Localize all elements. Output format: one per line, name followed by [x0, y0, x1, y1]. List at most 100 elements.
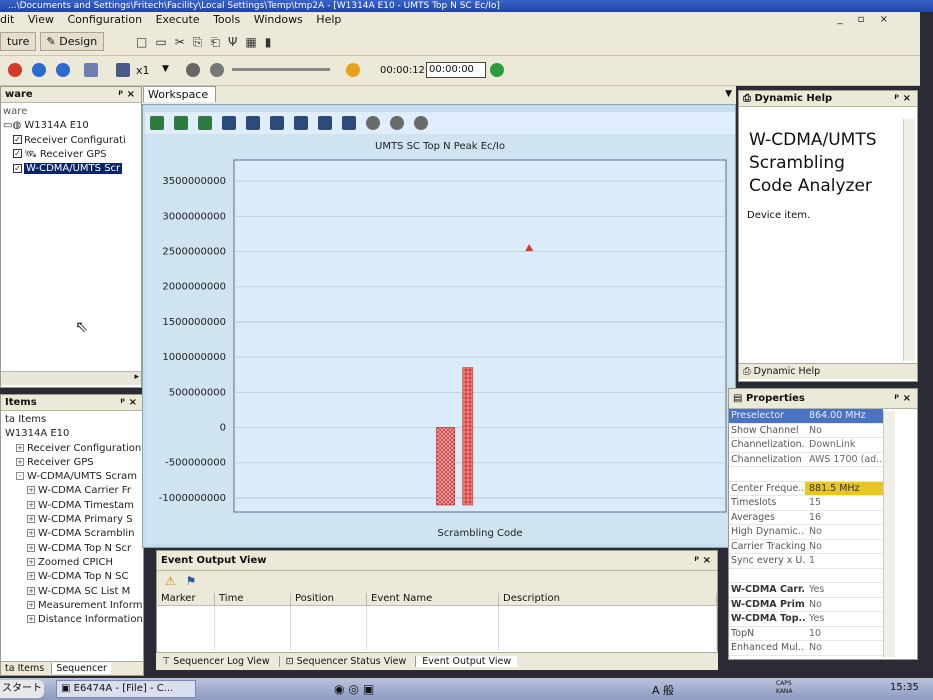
- tree-item[interactable]: + W-CDMA Primary S: [3, 513, 143, 527]
- probe-icon[interactable]: [270, 116, 284, 130]
- tab-sequencer[interactable]: Sequencer: [51, 663, 111, 674]
- peak-down-icon[interactable]: [246, 116, 260, 130]
- property-value[interactable]: Yes: [805, 583, 883, 597]
- expand-icon[interactable]: +: [27, 543, 35, 552]
- expand-icon[interactable]: +: [27, 486, 35, 495]
- stop-icon[interactable]: [210, 63, 224, 77]
- col-event-name[interactable]: Event Name: [367, 593, 499, 605]
- checkbox[interactable]: ✓: [13, 135, 22, 145]
- cut-icon[interactable]: ✂: [175, 35, 193, 49]
- property-value[interactable]: [805, 467, 883, 481]
- property-value[interactable]: No: [805, 641, 883, 655]
- settings-icon[interactable]: [414, 116, 428, 130]
- tree-item-selected[interactable]: ✓ W-CDMA/UMTS Scr: [3, 162, 141, 176]
- save-icon[interactable]: [116, 63, 130, 77]
- expand-icon[interactable]: +: [27, 572, 35, 581]
- tab-sequencer-log[interactable]: ⊤ Sequencer Log View: [156, 656, 276, 667]
- scroll-right-icon[interactable]: ▸: [134, 372, 139, 382]
- property-value[interactable]: AWS 1700 (ad...: [805, 453, 883, 467]
- tab-data-items[interactable]: ta Items: [1, 663, 48, 674]
- checkbox[interactable]: ✓: [13, 149, 22, 159]
- col-time[interactable]: Time: [215, 593, 291, 605]
- property-row[interactable]: Enhanced Mul... No: [729, 641, 883, 656]
- chevron-down-icon[interactable]: ▼: [162, 64, 169, 74]
- tree-item[interactable]: ✓ Receiver Configurati: [3, 134, 141, 148]
- marker-menu-icon[interactable]: [342, 116, 356, 130]
- copy-icon[interactable]: ⎘: [193, 35, 211, 49]
- tree-item[interactable]: + W-CDMA SC List M: [3, 585, 143, 599]
- property-row[interactable]: High Dynamic... No: [729, 525, 883, 540]
- property-value[interactable]: No: [805, 525, 883, 539]
- expand-icon[interactable]: +: [27, 515, 35, 524]
- tree-item[interactable]: + W-CDMA Scramblin: [3, 527, 143, 541]
- vertical-scrollbar[interactable]: [903, 119, 915, 361]
- tree-item[interactable]: + W-CDMA Top N SC: [3, 570, 143, 584]
- property-value[interactable]: [805, 569, 883, 583]
- close-icon[interactable]: ᵖ ×: [894, 91, 911, 107]
- time-input[interactable]: 00:00:00: [426, 62, 486, 78]
- col-marker[interactable]: Marker: [157, 593, 215, 605]
- property-value[interactable]: 864.00 MHz: [805, 409, 883, 423]
- close-icon[interactable]: ᵖ ×: [118, 87, 135, 103]
- property-row[interactable]: Timeslots 15: [729, 496, 883, 511]
- tab-workspace-1[interactable]: Workspace 1: [143, 86, 216, 116]
- record-icon[interactable]: [8, 63, 22, 77]
- close-icon[interactable]: ᵖ ×: [694, 551, 711, 571]
- log-icon[interactable]: [84, 63, 98, 77]
- vertical-scrollbar[interactable]: [883, 411, 895, 657]
- property-value[interactable]: 881.5 MHz: [805, 481, 883, 495]
- playback-slider[interactable]: [232, 68, 330, 71]
- tree-item[interactable]: - W-CDMA/UMTS Scram: [3, 470, 143, 484]
- property-value[interactable]: Yes: [805, 612, 883, 626]
- expand-icon[interactable]: +: [27, 500, 35, 509]
- property-row[interactable]: Averages 16: [729, 511, 883, 525]
- property-value[interactable]: No: [805, 540, 883, 554]
- warning-icon[interactable]: ⚠: [165, 574, 176, 588]
- expand-icon[interactable]: +: [27, 615, 35, 624]
- tree-item[interactable]: ✓ 🛰 Receiver GPS: [3, 148, 141, 162]
- close-icon[interactable]: ᵖ ×: [120, 395, 137, 411]
- collapse-icon[interactable]: -: [16, 472, 24, 481]
- taskbar-item[interactable]: ▣ E6474A - [File] - C...: [56, 680, 196, 698]
- expand-icon[interactable]: +: [27, 557, 35, 566]
- tree-item[interactable]: + Distance Information: [3, 613, 143, 627]
- ime-indicator[interactable]: A 般: [652, 682, 674, 698]
- antenna-icon[interactable]: Ψ: [228, 35, 245, 49]
- property-value[interactable]: 1: [805, 554, 883, 568]
- tree-item[interactable]: + W-CDMA Top N Scr: [3, 542, 143, 556]
- tree-item[interactable]: + Measurement Inform: [3, 599, 143, 613]
- tab-dynamic-help[interactable]: ⎙ Dynamic Help: [739, 366, 824, 377]
- checkbox[interactable]: ✓: [13, 163, 22, 173]
- property-row[interactable]: W-CDMA Prim...No: [729, 598, 883, 612]
- property-row[interactable]: TopN 10: [729, 627, 883, 641]
- tree-item[interactable]: ta Items: [3, 413, 143, 427]
- property-row[interactable]: [729, 569, 883, 583]
- grid-icon[interactable]: ▦: [245, 35, 264, 49]
- add-marker-icon[interactable]: [150, 116, 164, 130]
- property-row[interactable]: Sync every x U... 1: [729, 554, 883, 569]
- tab-sequencer-status[interactable]: ⊡ Sequencer Status View: [278, 656, 413, 667]
- expand-icon[interactable]: +: [27, 600, 35, 609]
- tree-item[interactable]: + W-CDMA Timestam: [3, 499, 143, 513]
- start-button[interactable]: スタート: [0, 680, 44, 698]
- probe-icon[interactable]: ▮: [265, 35, 280, 49]
- remove-marker-icon[interactable]: [174, 116, 188, 130]
- open-icon[interactable]: ▭: [155, 35, 174, 49]
- new-icon[interactable]: □: [136, 35, 155, 49]
- property-row[interactable]: W-CDMA Carr... Yes: [729, 583, 883, 598]
- expand-icon[interactable]: +: [16, 457, 24, 466]
- col-description[interactable]: Description: [499, 593, 717, 605]
- property-value[interactable]: No: [805, 424, 883, 438]
- menu-windows[interactable]: Windows: [254, 13, 303, 26]
- design-tab[interactable]: ✎ Design: [39, 32, 105, 51]
- col-position[interactable]: Position: [291, 593, 367, 605]
- property-row[interactable]: Carrier Tracking No: [729, 540, 883, 554]
- expand-icon[interactable]: +: [27, 529, 35, 538]
- paste-icon[interactable]: ⎗: [210, 35, 228, 49]
- tree-item[interactable]: + W-CDMA Carrier Fr: [3, 484, 143, 498]
- speed-select[interactable]: x1: [136, 64, 150, 77]
- property-value[interactable]: 10: [805, 627, 883, 641]
- property-row[interactable]: [729, 467, 883, 482]
- pause-icon[interactable]: [56, 63, 70, 77]
- chevron-down-icon[interactable]: ▼: [725, 89, 732, 99]
